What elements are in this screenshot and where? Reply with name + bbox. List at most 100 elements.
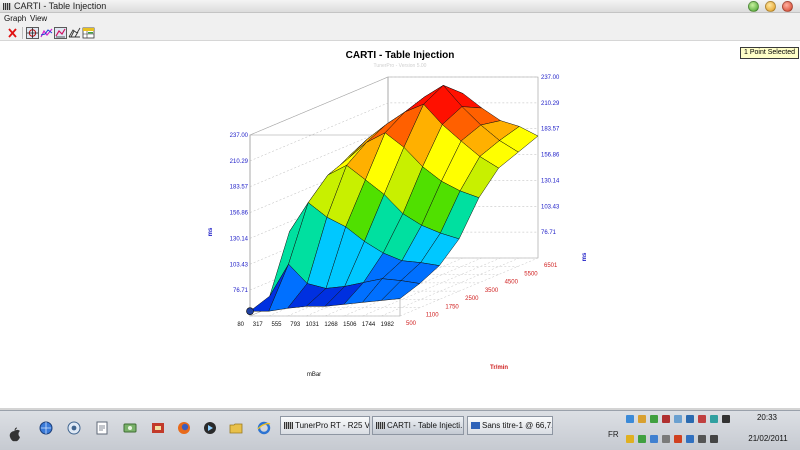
table-view-icon[interactable]: [82, 27, 95, 39]
app-window: CARTI - Table Injection Graph View CARTI…: [0, 0, 800, 410]
mesh-graph-icon[interactable]: [68, 27, 81, 39]
x-tick-label: 317: [253, 322, 264, 328]
z-tick-label-left: 210.29: [230, 159, 249, 165]
z-tick-label-right: 130.14: [541, 178, 560, 184]
z-tick-label-left: 156.86: [230, 211, 249, 217]
line-graph-icon[interactable]: [40, 27, 53, 39]
chart-title: CARTI - Table Injection: [346, 50, 455, 61]
taskbar-button-label: TunerPro RT - R25 V...: [295, 421, 370, 430]
folder-icon[interactable]: [228, 420, 244, 436]
tray-icon-chat[interactable]: [674, 415, 682, 423]
tray-icon-signal[interactable]: [698, 435, 706, 443]
document-icon[interactable]: [94, 420, 110, 436]
z-tick-label-left: 76.71: [233, 288, 249, 294]
system-tray: [626, 415, 736, 447]
tray-icon-antivirus[interactable]: [662, 415, 670, 423]
app-icon: [3, 3, 11, 10]
surface-graph-icon[interactable]: [54, 27, 67, 39]
menu-graph[interactable]: Graph: [4, 14, 26, 24]
z-tick-label-right: 76.71: [541, 230, 557, 236]
tray-icon-bluetooth[interactable]: [686, 435, 694, 443]
tray-icon-sync[interactable]: [710, 415, 718, 423]
tray-icon-alert[interactable]: [698, 415, 706, 423]
x-tick-label: 1744: [362, 322, 376, 328]
chart-watermark: TunerPro - Version 5.00: [374, 63, 427, 69]
taskbar-button-label: CARTI - Table Injecti...: [387, 421, 464, 430]
z-tick-label-right: 156.86: [541, 153, 560, 159]
globe-icon[interactable]: [66, 420, 82, 436]
firefox-icon[interactable]: [176, 420, 192, 436]
y-tick-label: 2500: [465, 296, 479, 302]
taskbar-button-label: Sans titre-1 @ 66,7...: [482, 421, 553, 430]
y-tick-label: 5500: [524, 271, 538, 277]
taskbar: TunerPro RT - R25 V... CARTI - Table Inj…: [0, 410, 800, 450]
y-tick-label: 6501: [544, 263, 558, 269]
x-tick-label: 80: [237, 322, 244, 328]
browser-icon[interactable]: [38, 420, 54, 436]
tray-icon-volume[interactable]: [710, 435, 718, 443]
tray-icon-usb[interactable]: [662, 435, 670, 443]
z-tick-label-right: 237.00: [541, 75, 560, 81]
x-tick-label: 1268: [324, 322, 338, 328]
tray-icon-update[interactable]: [650, 415, 658, 423]
y-tick-label: 1750: [445, 304, 459, 310]
z-tick-label-left: 103.43: [230, 262, 249, 268]
crosshair-icon[interactable]: [26, 27, 39, 39]
title-bar[interactable]: CARTI - Table Injection: [0, 0, 800, 13]
z-tick-label-right: 103.43: [541, 204, 560, 210]
taskbar-button-photoshop[interactable]: Sans titre-1 @ 66,7...: [467, 416, 553, 435]
z-tick-label-left: 237.00: [230, 133, 249, 139]
x-tick-label: 1031: [306, 322, 320, 328]
taskbar-button-carti[interactable]: CARTI - Table Injecti...: [372, 416, 464, 435]
taskbar-button-tunerpro[interactable]: TunerPro RT - R25 V...: [280, 416, 370, 435]
media-player-icon[interactable]: [202, 420, 218, 436]
x-tick-label: 555: [271, 322, 282, 328]
close-button[interactable]: [782, 1, 793, 12]
z-tick-label-left: 183.57: [230, 185, 249, 191]
carti-icon: [376, 422, 385, 429]
tray-icon-network[interactable]: [686, 415, 694, 423]
y-tick-label: 1100: [426, 313, 440, 319]
z-tick-label-right: 183.57: [541, 127, 560, 133]
language-indicator[interactable]: FR: [608, 430, 619, 439]
menu-view[interactable]: View: [30, 14, 47, 24]
internet-explorer-icon[interactable]: [256, 420, 272, 436]
clock-time[interactable]: 20:33: [745, 413, 789, 422]
tray-icon-flag[interactable]: [674, 435, 682, 443]
z-tick-label-left: 130.14: [230, 236, 249, 242]
y-tick-label: 3500: [485, 288, 499, 294]
surface-chart[interactable]: CARTI - Table Injection TunerPro - Versio…: [0, 41, 800, 408]
toolbar: [0, 25, 800, 41]
z-tick-label-right: 210.29: [541, 101, 560, 107]
graph-area[interactable]: CARTI - Table Injection TunerPro - Versio…: [0, 41, 800, 408]
tray-icon-info[interactable]: [626, 415, 634, 423]
tray-icon-shield[interactable]: [638, 415, 646, 423]
apple-icon[interactable]: [8, 427, 22, 443]
selection-badge: 1 Point Selected: [740, 47, 799, 59]
selected-point-marker: [246, 307, 254, 315]
tunerpro-icon: [284, 422, 293, 429]
minimize-button[interactable]: [748, 1, 759, 12]
toolbar-separator: [22, 27, 23, 39]
y-tick-label: 4500: [505, 280, 519, 286]
photoshop-icon: [471, 422, 480, 429]
maximize-button[interactable]: [765, 1, 776, 12]
x-tick-label: 1982: [381, 322, 395, 328]
x-tick-label: 1506: [343, 322, 357, 328]
tray-icon-monitor[interactable]: [722, 415, 730, 423]
network-icon[interactable]: [122, 420, 138, 436]
close-graph-icon[interactable]: [6, 27, 19, 39]
x-axis-title: mBar: [307, 372, 321, 378]
clock-date[interactable]: 21/02/2011: [741, 434, 795, 443]
y-tick-label: 500: [406, 321, 417, 327]
tray-icon-excel[interactable]: [638, 435, 646, 443]
x-tick-label: 793: [290, 322, 301, 328]
z-axis-title-left: ms: [208, 227, 214, 236]
tray-icon-folder[interactable]: [626, 435, 634, 443]
z-axis-title-right: ms: [582, 252, 588, 261]
menu-bar: Graph View: [0, 13, 800, 25]
tray-icon-arrow[interactable]: [650, 435, 658, 443]
puzzle-icon[interactable]: [150, 420, 166, 436]
window-title: CARTI - Table Injection: [14, 1, 107, 11]
y-axis-title: Tr/min: [490, 365, 508, 371]
